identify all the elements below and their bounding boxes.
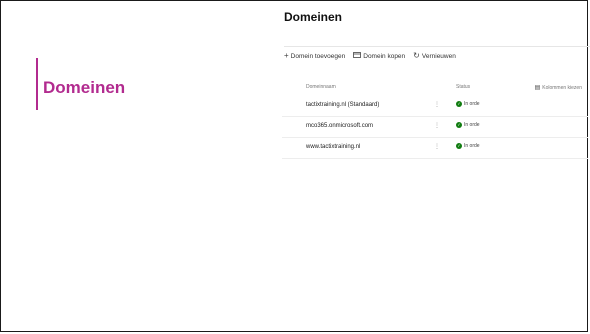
choose-columns-button[interactable]: ▤ Kolommen kiezen [535, 84, 582, 92]
section-title: Domeinen [43, 78, 126, 97]
more-icon[interactable]: ⋮ [434, 122, 440, 129]
buy-domain-label: Domein kopen [363, 52, 406, 60]
plus-icon: + [284, 51, 289, 60]
accent-bar [36, 58, 38, 110]
table-row[interactable]: tactixtraining.nl (Standaard) ⋮ ✓ In ord… [282, 96, 588, 117]
more-icon[interactable]: ⋮ [434, 143, 440, 150]
page-title: Domeinen [284, 10, 343, 24]
domain-name[interactable]: tactixtraining.nl (Standaard) [306, 102, 379, 108]
refresh-button[interactable]: ↻ Vernieuwen [413, 52, 456, 60]
domain-name[interactable]: www.tactixtraining.nl [306, 144, 360, 150]
col-header-name[interactable]: Domeinnaam [306, 84, 336, 90]
add-domain-label: Domein toevoegen [290, 52, 346, 60]
more-icon[interactable]: ⋮ [434, 101, 440, 108]
checkmark-icon: ✓ [456, 143, 462, 149]
table-row[interactable]: www.tactixtraining.nl ⋮ ✓ In orde [282, 138, 588, 159]
choose-columns-label: Kolommen kiezen [542, 85, 582, 91]
divider [284, 46, 590, 47]
table-header: Domeinnaam Status ▤ Kolommen kiezen [282, 84, 588, 96]
domains-table: Domeinnaam Status ▤ Kolommen kiezen tact… [282, 84, 588, 159]
checkmark-icon: ✓ [456, 101, 462, 107]
toolbar: + Domein toevoegen Domein kopen ↻ Vernie… [284, 52, 456, 60]
columns-icon: ▤ [534, 85, 541, 91]
domain-name[interactable]: mco365.onmicrosoft.com [306, 123, 373, 129]
refresh-label: Vernieuwen [421, 52, 456, 60]
add-domain-button[interactable]: + Domein toevoegen [284, 52, 345, 60]
status-cell: ✓ In orde [456, 122, 480, 128]
table-row[interactable]: mco365.onmicrosoft.com ⋮ ✓ In orde [282, 117, 588, 138]
status-text: In orde [464, 101, 480, 107]
status-text: In orde [464, 122, 480, 128]
status-text: In orde [464, 143, 480, 149]
card-icon [353, 52, 362, 60]
buy-domain-button[interactable]: Domein kopen [353, 52, 405, 60]
col-header-status[interactable]: Status [456, 84, 470, 90]
status-cell: ✓ In orde [456, 101, 480, 107]
checkmark-icon: ✓ [456, 122, 462, 128]
refresh-icon: ↻ [413, 51, 420, 60]
status-cell: ✓ In orde [456, 143, 480, 149]
domains-panel: Domeinen + Domein toevoegen Domein kopen… [282, 4, 590, 164]
